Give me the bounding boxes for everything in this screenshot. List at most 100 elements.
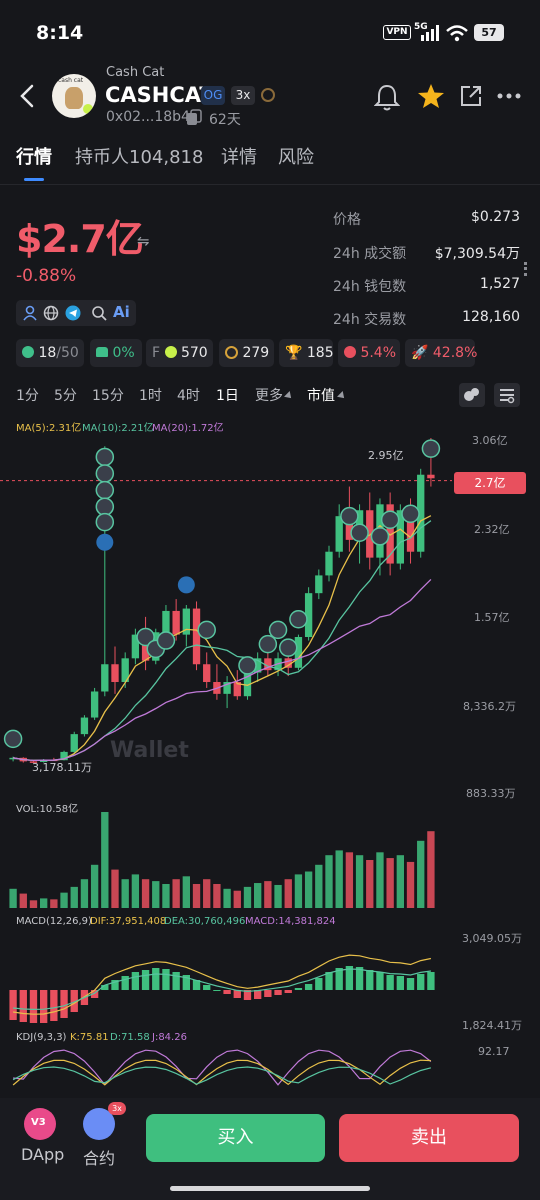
- tf-more[interactable]: 更多: [255, 385, 283, 405]
- indicator-settings-button[interactable]: [459, 383, 485, 407]
- volume-bar: [376, 852, 384, 908]
- dapp-label[interactable]: DApp: [21, 1145, 64, 1164]
- holders-chip[interactable]: 18/50: [16, 339, 84, 367]
- db-marker: [96, 533, 114, 551]
- current-price-tag: 2.7亿: [454, 472, 526, 494]
- tf-15m[interactable]: 15分: [92, 385, 124, 405]
- globe-icon[interactable]: [43, 305, 59, 321]
- lime-coin-icon: [164, 346, 177, 358]
- more-icon[interactable]: [497, 92, 521, 100]
- low-label: 3,178.11万: [32, 761, 92, 774]
- volume-bar: [223, 888, 231, 908]
- candle-body: [315, 575, 323, 594]
- token-symbol: CASHCAT: [105, 83, 214, 107]
- top-holding-chip[interactable]: 0%: [90, 339, 142, 367]
- chart-settings-button[interactable]: [494, 383, 520, 407]
- stat-value-trades: 128,160: [462, 309, 520, 325]
- trader-marker: [401, 504, 420, 524]
- macd-bar: [386, 975, 394, 990]
- rocket-chip[interactable]: 🚀 42.8%: [405, 339, 478, 367]
- tab-risk[interactable]: 风险: [278, 143, 314, 169]
- share-icon[interactable]: [459, 84, 483, 108]
- stat-value-volume: $7,309.54万: [434, 246, 520, 262]
- kdj-k: K:75.81: [70, 1032, 109, 1043]
- trader-marker: [370, 527, 390, 546]
- ai-icon[interactable]: Ai: [113, 303, 130, 321]
- trader-marker: [421, 439, 441, 458]
- macd-title: MACD(12,26,9): [16, 916, 92, 927]
- macd-bar: [417, 974, 425, 990]
- contract-address[interactable]: 0x02...18b4: [106, 109, 190, 125]
- fee-chip[interactable]: 279: [219, 339, 274, 367]
- kdj-tick: 92.17: [478, 1045, 510, 1058]
- macd-bar: [396, 976, 405, 990]
- copy-icon[interactable]: [186, 109, 202, 126]
- y-tick-2: 2.32亿: [474, 523, 510, 536]
- volume-bar: [182, 876, 191, 908]
- macd-dif: DIF:37,951,408: [90, 916, 167, 927]
- tf-1m[interactable]: 1分: [16, 385, 39, 405]
- contract-label[interactable]: 合约: [83, 1145, 115, 1169]
- volume-bar: [101, 812, 109, 908]
- rocket-pct: 42.8%: [432, 345, 478, 361]
- back-chevron-icon[interactable]: [18, 84, 36, 108]
- volume-bar: [19, 893, 27, 908]
- vpn-badge: VPN: [383, 25, 411, 40]
- macd-bar: [366, 970, 374, 990]
- vol-label: VOL:10.58亿: [16, 804, 79, 815]
- fee-value: 279: [242, 345, 270, 361]
- sell-button[interactable]: 卖出: [339, 1114, 519, 1162]
- macd-dea: DEA:30,760,496: [164, 916, 246, 927]
- token-age: 62天: [209, 112, 241, 128]
- tf-4h[interactable]: 4时: [177, 385, 200, 405]
- volume-bar: [29, 900, 38, 908]
- trophy-icon: 🏆: [285, 345, 303, 361]
- bell-icon[interactable]: [374, 83, 400, 111]
- candle-body: [427, 474, 435, 479]
- macd-bar: [304, 984, 313, 990]
- ma20-line: [12, 578, 432, 762]
- volume-bar: [304, 871, 313, 908]
- person-icon[interactable]: [22, 305, 38, 321]
- money-bag-icon: [225, 346, 238, 359]
- chain-icon: [261, 88, 275, 102]
- leverage-badge: 3x: [231, 86, 255, 105]
- volume-bar: [60, 892, 68, 908]
- tab-divider: [0, 184, 540, 185]
- tab-market[interactable]: 行情: [16, 143, 52, 169]
- candle-body: [90, 691, 99, 718]
- tf-1h[interactable]: 1时: [139, 385, 162, 405]
- volume-bar: [427, 831, 435, 908]
- y-tick-5: 883.33万: [466, 787, 516, 800]
- trader-marker: [197, 620, 216, 640]
- candle-body: [325, 551, 333, 576]
- f-score-chip[interactable]: F 570: [146, 339, 213, 367]
- search-icon[interactable]: [91, 305, 107, 321]
- tf-market-cap[interactable]: 市值: [307, 385, 335, 405]
- f-value: 570: [180, 345, 208, 361]
- volume-bar: [294, 874, 303, 908]
- volume-bar: [213, 884, 221, 908]
- mcap-caret-icon: [337, 391, 347, 401]
- macd-bar: [427, 972, 435, 990]
- kdj-d: D:71.58: [110, 1032, 150, 1043]
- home-indicator: [170, 1186, 370, 1191]
- trophy-chip[interactable]: 🏆 185: [279, 339, 334, 367]
- swap-unit-icon[interactable]: ⇋: [137, 232, 150, 250]
- dapp-icon[interactable]: V3: [24, 1108, 56, 1140]
- stat-label-wallets: 24h 钱包数: [333, 279, 407, 295]
- tab-details[interactable]: 详情: [221, 143, 257, 169]
- candle-body: [101, 664, 109, 692]
- top-holding-pct: 0%: [112, 345, 135, 361]
- telegram-icon[interactable]: [65, 305, 81, 321]
- tf-5m[interactable]: 5分: [54, 385, 77, 405]
- tf-1d[interactable]: 1日: [216, 385, 239, 405]
- circles-icon: [464, 388, 479, 401]
- macd-bar: [162, 969, 170, 990]
- risk-chip[interactable]: 5.4%: [338, 339, 400, 367]
- volume-bar: [90, 864, 99, 908]
- buy-button[interactable]: 买入: [146, 1114, 325, 1162]
- candle-body: [111, 664, 119, 683]
- star-icon[interactable]: [417, 83, 445, 109]
- tab-holders[interactable]: 持币人104,818: [75, 143, 203, 169]
